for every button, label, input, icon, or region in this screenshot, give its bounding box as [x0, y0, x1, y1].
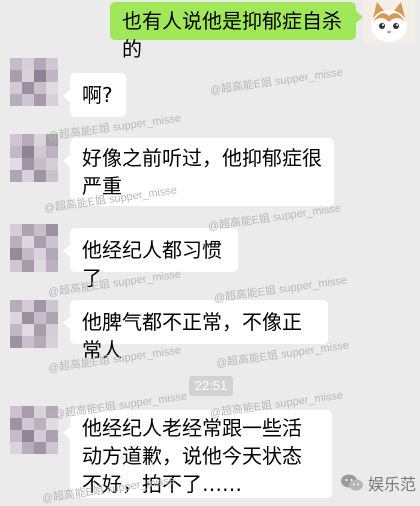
message-bubble-contact[interactable]: 他脾气都不正常，不像正常人 [63, 300, 328, 362]
cat-icon [363, 0, 415, 44]
contact-avatar[interactable] [10, 224, 58, 272]
message-text: 啊? [82, 83, 113, 107]
message-timestamp: 22:51 [189, 376, 233, 396]
message-bubble-contact[interactable]: 他经纪人都习惯了 [63, 228, 238, 290]
brand-logo: 娱乐范 [340, 471, 416, 495]
message-bubble-self[interactable]: 也有人说他是抑郁症自杀的 [110, 2, 363, 61]
watermark-text: @超高能E姐 supper_misse [209, 66, 344, 97]
brand-name: 娱乐范 [367, 475, 416, 494]
message-bubble-contact[interactable]: 啊? [63, 73, 126, 117]
contact-avatar[interactable] [10, 406, 58, 454]
contact-avatar[interactable] [10, 58, 58, 106]
wechat-icon [340, 474, 363, 491]
message-text: 也有人说他是抑郁症自杀的 [122, 9, 342, 61]
self-avatar[interactable] [363, 0, 415, 44]
contact-avatar[interactable] [10, 300, 58, 348]
